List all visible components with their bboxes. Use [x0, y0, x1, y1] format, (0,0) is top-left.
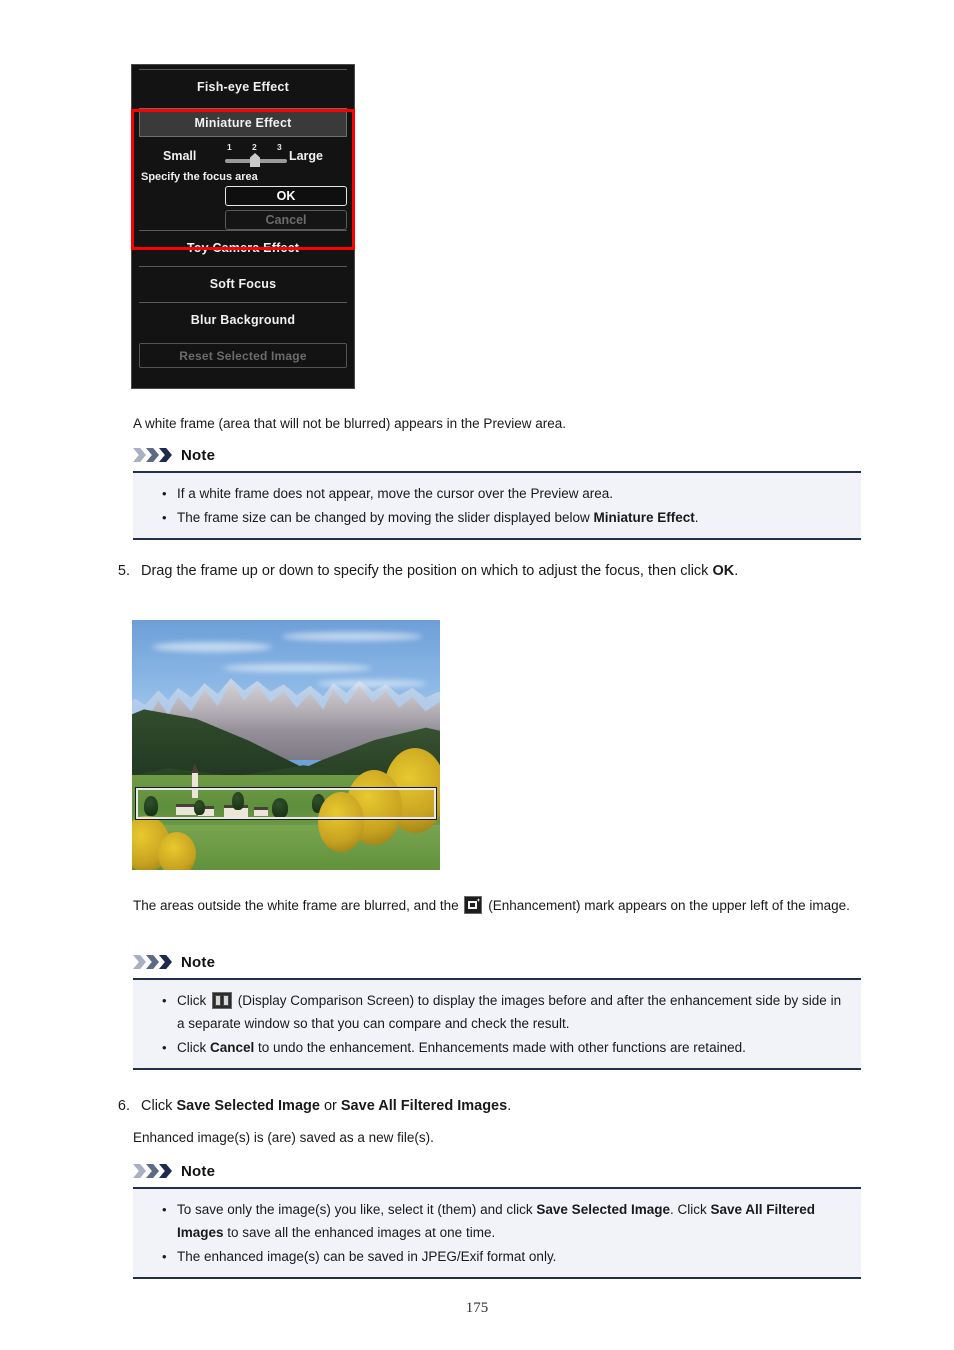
note-header-2: Note: [133, 952, 215, 972]
effect-item-fisheye[interactable]: Fish-eye Effect: [139, 69, 347, 105]
note-item: To save only the image(s) you like, sele…: [162, 1198, 847, 1244]
note-header-1: Note: [133, 445, 215, 465]
step-6-text: Click Save Selected Image or Save All Fi…: [141, 1098, 512, 1114]
miniature-effect-panel: Fish-eye Effect Miniature Effect Small 1…: [131, 64, 355, 389]
note-list-1: If a white frame does not appear, move t…: [133, 473, 861, 538]
page-number: 175: [465, 1300, 489, 1316]
slider-min-label: Small: [163, 149, 197, 163]
size-slider[interactable]: 1 2 3: [225, 142, 287, 171]
step-5-number: 5.: [117, 563, 130, 579]
cloud: [222, 664, 372, 672]
ok-button[interactable]: OK: [225, 186, 347, 206]
miniature-size-slider-row: Small 1 2 3 Large: [139, 137, 347, 173]
effect-item-toy-camera[interactable]: Toy Camera Effect: [139, 230, 347, 266]
effect-item-soft-focus[interactable]: Soft Focus: [139, 266, 347, 302]
reset-selected-image-button[interactable]: Reset Selected Image: [139, 343, 347, 368]
note-title: Note: [181, 1162, 216, 1180]
note-title: Note: [181, 953, 216, 971]
cloud: [282, 632, 422, 641]
slider-tick-2: 2: [252, 142, 257, 152]
note-list-3: To save only the image(s) you like, sele…: [133, 1189, 861, 1277]
note-item: Click (Display Comparison Screen) to dis…: [162, 989, 847, 1035]
slider-tick-3: 3: [277, 142, 282, 152]
preview-image: [132, 620, 440, 870]
intro-paragraph: A white frame (area that will not be blu…: [133, 416, 566, 431]
note-box-3: To save only the image(s) you like, sele…: [133, 1187, 861, 1279]
note-item: The enhanced image(s) can be saved in JP…: [162, 1245, 847, 1268]
note-header-3: Note: [133, 1161, 215, 1181]
note-title: Note: [181, 446, 216, 464]
focus-area-frame[interactable]: [135, 787, 437, 820]
chevrons-icon: [133, 448, 175, 462]
slider-tick-labels: 1 2 3: [225, 142, 287, 154]
cloud: [152, 642, 272, 652]
chevrons-icon: [133, 1164, 175, 1178]
effect-item-miniature[interactable]: Miniature Effect: [139, 108, 347, 137]
step-6-number: 6.: [117, 1098, 130, 1114]
chevrons-icon: [133, 955, 175, 969]
note-item: The frame size can be changed by moving …: [162, 506, 847, 529]
effect-item-blur-background[interactable]: Blur Background: [139, 302, 347, 338]
step-6: 6. Click Save Selected Image or Save All…: [104, 1093, 864, 1119]
note-item: Click Cancel to undo the enhancement. En…: [162, 1036, 847, 1059]
note-item: If a white frame does not appear, move t…: [162, 482, 847, 505]
cancel-button[interactable]: Cancel: [225, 210, 347, 230]
slider-max-label: Large: [288, 149, 323, 163]
slider-tick-1: 1: [227, 142, 232, 152]
step-5-text: Drag the frame up or down to specify the…: [141, 563, 739, 579]
enhancement-icon: [464, 896, 483, 914]
step-6-subtext: Enhanced image(s) is (are) saved as a ne…: [133, 1130, 434, 1145]
step-5: 5. Drag the frame up or down to specify …: [104, 558, 864, 584]
note-box-2: Click (Display Comparison Screen) to dis…: [133, 978, 861, 1070]
effects-list-panel: Fish-eye Effect Miniature Effect Small 1…: [131, 64, 355, 389]
note-list-2: Click (Display Comparison Screen) to dis…: [133, 980, 861, 1068]
note-box-1: If a white frame does not appear, move t…: [133, 471, 861, 540]
autumn-tree: [158, 832, 196, 870]
image-caption: The areas outside the white frame are bl…: [133, 896, 850, 914]
display-comparison-screen-icon: [212, 992, 232, 1009]
slider-thumb[interactable]: [250, 153, 260, 167]
